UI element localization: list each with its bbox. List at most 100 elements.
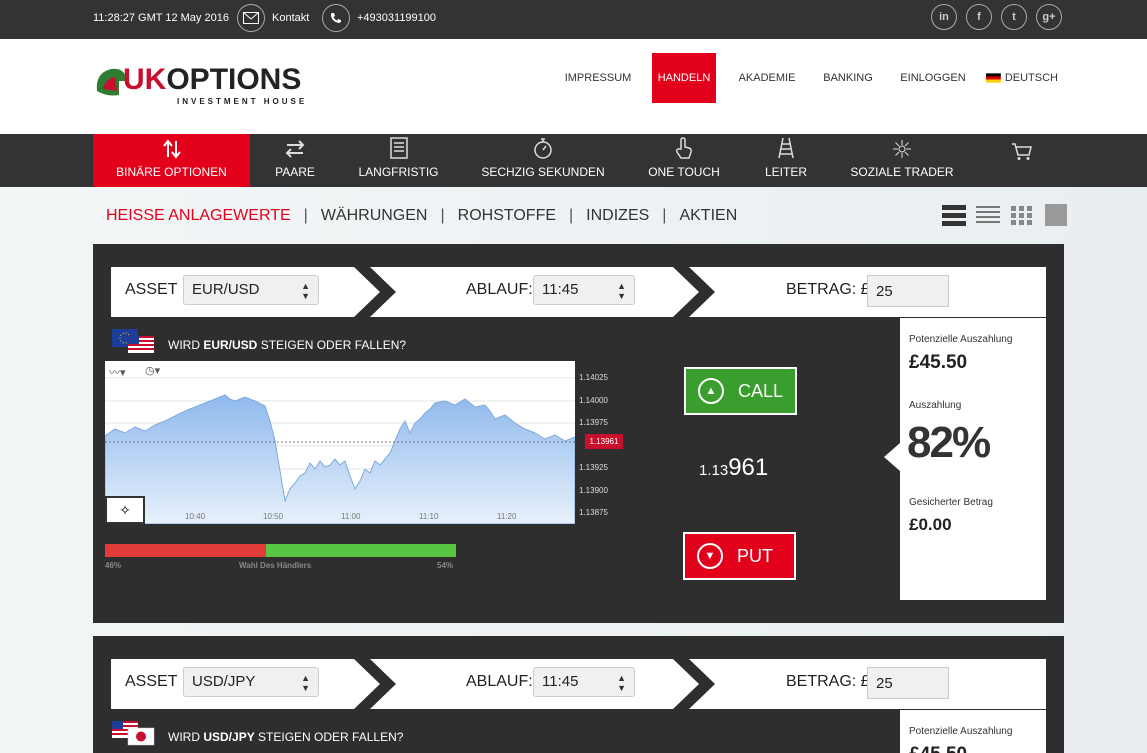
tab-aktien[interactable]: AKTIEN bbox=[679, 207, 737, 225]
secured-amount-label: Gesicherter Betrag bbox=[909, 497, 993, 508]
price-chart-plot bbox=[104, 377, 576, 525]
y-tick: 1.14000 bbox=[579, 396, 608, 405]
chevron-right-icon bbox=[354, 659, 396, 709]
network-icon bbox=[893, 140, 911, 158]
tab-separator: | bbox=[662, 207, 667, 224]
clock-icon[interactable]: ◷▾ bbox=[145, 364, 160, 377]
question-text: WIRD USD/JPY STEIGEN ODER FALLEN? bbox=[168, 730, 404, 744]
hand-pointer-icon bbox=[675, 137, 692, 159]
asset-select[interactable]: USD/JPY ▲ ▼ bbox=[183, 667, 319, 697]
amount-input[interactable] bbox=[867, 667, 949, 699]
current-price: 1.13961 bbox=[699, 454, 769, 481]
site-logo[interactable]: UKOPTIONS INVESTMENT HOUSE bbox=[93, 53, 323, 113]
y-tick: 1.13900 bbox=[579, 486, 608, 495]
tab-indizes[interactable]: INDIZES bbox=[586, 207, 649, 225]
sentiment-call-pct: 54% bbox=[437, 561, 454, 570]
contact-link[interactable]: Kontakt bbox=[272, 12, 309, 24]
tab-separator: | bbox=[569, 207, 574, 224]
phone-icon[interactable] bbox=[322, 4, 350, 32]
top-bar: 11:28:27 GMT 12 May 2016 Kontakt +493031… bbox=[0, 0, 1147, 39]
view-grid-icon[interactable] bbox=[1010, 204, 1034, 226]
amount-input[interactable] bbox=[867, 275, 949, 307]
cat-leiter[interactable]: LEITER bbox=[756, 134, 816, 187]
y-tick: 1.14025 bbox=[579, 373, 608, 382]
logo-tagline: INVESTMENT HOUSE bbox=[177, 97, 308, 106]
site-header: UKOPTIONS INVESTMENT HOUSE IMPRESSUM HAN… bbox=[0, 39, 1147, 134]
view-toggle bbox=[942, 204, 1068, 226]
expiry-select[interactable]: 11:45 ▲ ▼ bbox=[533, 667, 635, 697]
nav-akademie[interactable]: AKADEMIE bbox=[733, 53, 801, 103]
nav-impressum[interactable]: IMPRESSUM bbox=[560, 53, 636, 103]
cat-paare[interactable]: PAARE bbox=[260, 134, 330, 187]
facebook-icon[interactable]: f bbox=[966, 4, 992, 30]
cart-icon bbox=[1012, 143, 1032, 160]
category-bar: BINÄRE OPTIONEN PAARE LANGFRISTIG SECHZI… bbox=[0, 134, 1147, 187]
question-text: WIRD EUR/USD STEIGEN ODER FALLEN? bbox=[168, 338, 407, 352]
select-arrows-icon: ▲ ▼ bbox=[301, 281, 310, 301]
cat-binaere-optionen[interactable]: BINÄRE OPTIONEN bbox=[93, 134, 250, 187]
potential-payout-value: £45.50 bbox=[909, 352, 968, 373]
view-tile-icon[interactable] bbox=[1044, 204, 1068, 226]
sentiment-put-fill bbox=[105, 544, 266, 557]
expiry-label: ABLAUF: bbox=[466, 281, 533, 298]
secured-amount-value: £0.00 bbox=[909, 515, 952, 534]
tab-heisse-anlagewerte[interactable]: HEISSE ANLAGEWERTE bbox=[106, 207, 291, 225]
amount-label: BETRAG: £ bbox=[786, 281, 870, 298]
y-tick: 1.13975 bbox=[579, 418, 608, 427]
payout-box: Potenzielle Auszahlung £45.50 bbox=[900, 710, 1046, 753]
y-tick: 1.13925 bbox=[579, 463, 608, 472]
googleplus-icon[interactable]: g+ bbox=[1036, 4, 1062, 30]
sentiment-label: Wahl Des Händlers bbox=[239, 561, 312, 570]
ladder-icon bbox=[778, 137, 794, 159]
asset-select[interactable]: EUR/USD ▲ ▼ bbox=[183, 275, 319, 305]
mail-icon[interactable] bbox=[237, 4, 265, 32]
up-down-arrows-icon bbox=[162, 139, 181, 159]
potential-payout-value: £45.50 bbox=[909, 744, 967, 753]
amount-label: BETRAG: £ bbox=[786, 673, 870, 690]
potential-payout-label: Potenzielle Auszahlung bbox=[909, 334, 1013, 345]
twitter-icon[interactable]: t bbox=[1001, 4, 1027, 30]
german-flag-icon bbox=[986, 73, 1001, 83]
view-large-list-icon[interactable] bbox=[942, 204, 966, 226]
phone-number[interactable]: +493031199100 bbox=[357, 12, 436, 24]
nav-language[interactable]: DEUTSCH bbox=[986, 53, 1058, 103]
price-area bbox=[104, 394, 576, 525]
nav-handeln[interactable]: HANDELN bbox=[652, 53, 716, 103]
chevron-right-icon bbox=[354, 267, 396, 317]
swap-arrows-icon bbox=[285, 140, 305, 158]
chevron-down-icon: ▼ bbox=[697, 543, 723, 569]
chevron-right-icon bbox=[673, 267, 715, 317]
y-tick: 1.13875 bbox=[579, 508, 608, 517]
option-bar: ASSET : EUR/USD ▲ ▼ ABLAUF: 11:45 ▲ ▼ BETR… bbox=[111, 267, 1046, 317]
nav-banking[interactable]: BANKING bbox=[817, 53, 879, 103]
select-arrows-icon: ▲ ▼ bbox=[301, 673, 310, 693]
sentiment-put-pct: 46% bbox=[105, 561, 122, 570]
cat-one-touch[interactable]: ONE TOUCH bbox=[640, 134, 728, 187]
tab-separator: | bbox=[303, 207, 308, 224]
tab-rohstoffe[interactable]: ROHSTOFFE bbox=[458, 207, 556, 225]
payout-label: Auszahlung bbox=[909, 400, 962, 411]
usd-jpy-flags-icon bbox=[112, 721, 155, 746]
cat-cart[interactable] bbox=[1004, 134, 1040, 187]
magic-wand-icon[interactable]: ✧ bbox=[105, 496, 145, 524]
stopwatch-icon bbox=[534, 138, 552, 159]
trade-panel-usdjpy: ASSET : USD/JPY ▲ ▼ ABLAUF: 11:45 ▲ ▼ BETR… bbox=[93, 636, 1064, 753]
chart-type-icon[interactable]: 〰▾ bbox=[109, 364, 126, 380]
trade-panel-eurusd: ASSET : EUR/USD ▲ ▼ ABLAUF: 11:45 ▲ ▼ BETR… bbox=[93, 244, 1064, 623]
potential-payout-label: Potenzielle Auszahlung bbox=[909, 726, 1013, 737]
logo-text: UKOPTIONS bbox=[123, 63, 302, 96]
linkedin-icon[interactable]: in bbox=[931, 4, 957, 30]
expiry-select[interactable]: 11:45 ▲ ▼ bbox=[533, 275, 635, 305]
put-button[interactable]: ▼ PUT bbox=[683, 532, 796, 580]
payout-box: Potenzielle Auszahlung £45.50 Auszahlung… bbox=[884, 318, 1046, 600]
server-time: 11:28:27 GMT 12 May 2016 bbox=[93, 12, 229, 24]
call-button[interactable]: ▲ CALL bbox=[684, 367, 797, 415]
chevron-up-icon: ▲ bbox=[698, 378, 724, 404]
cat-sechzig-sekunden[interactable]: SECHZIG SEKUNDEN bbox=[475, 134, 611, 187]
cat-langfristig[interactable]: LANGFRISTIG bbox=[350, 134, 447, 187]
sentiment-call-fill bbox=[266, 544, 456, 557]
nav-einloggen[interactable]: EINLOGGEN bbox=[896, 53, 970, 103]
cat-soziale-trader[interactable]: SOZIALE TRADER bbox=[846, 134, 958, 187]
tab-waehrungen[interactable]: WÄHRUNGEN bbox=[321, 207, 428, 225]
view-compact-list-icon[interactable] bbox=[976, 204, 1000, 226]
